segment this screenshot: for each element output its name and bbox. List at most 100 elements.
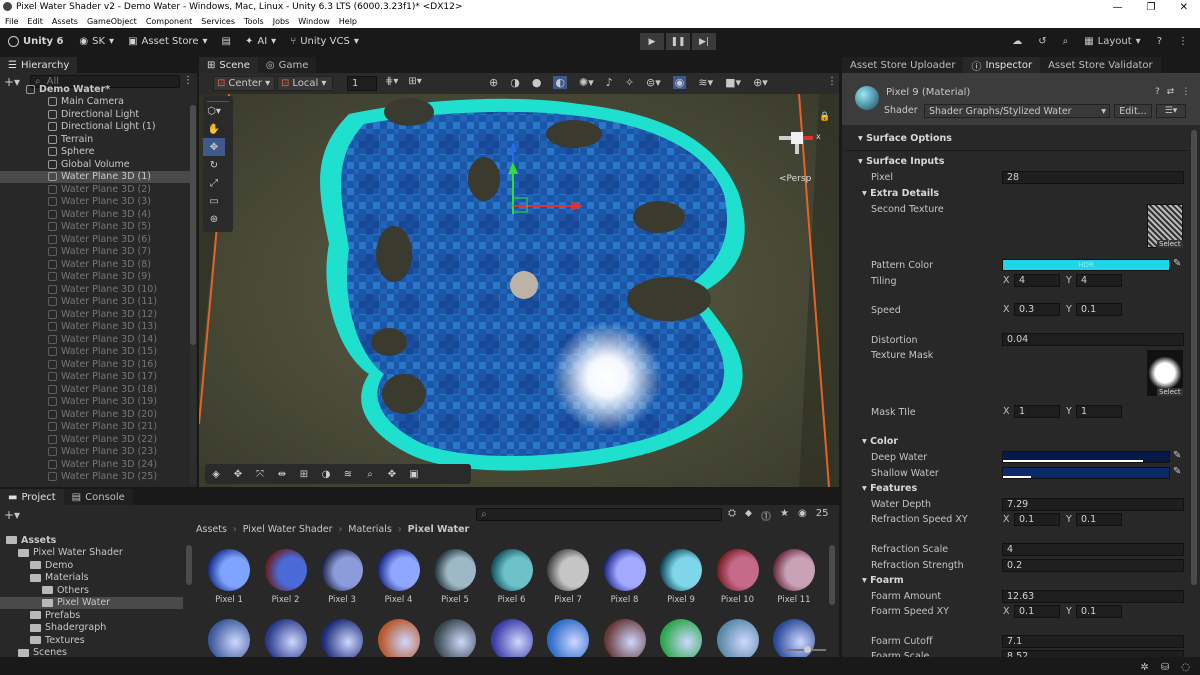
hierarchy-row[interactable]: Water Plane 3D (21) <box>0 421 190 434</box>
speed-y-field[interactable]: 0.1 <box>1076 303 1122 316</box>
thumbnail-size-slider[interactable] <box>786 646 826 653</box>
foarm-amount-field[interactable]: 12.63 <box>1002 590 1184 603</box>
camera-icon[interactable]: ■▾ <box>725 76 741 89</box>
hierarchy-row[interactable]: Water Plane 3D (8) <box>0 258 190 271</box>
close-button[interactable]: ✕ <box>1180 2 1188 13</box>
hierarchy-row[interactable]: Water Plane 3D (17) <box>0 371 190 384</box>
audio-icon[interactable]: ♪ <box>606 76 613 89</box>
pause-button[interactable]: ❚❚ <box>666 33 690 50</box>
second-texture-select[interactable]: Select <box>1157 240 1183 248</box>
space-dropdown[interactable]: ⊡ Local ▾ <box>277 76 333 91</box>
hierarchy-row[interactable]: Water Plane 3D (20) <box>0 408 190 421</box>
visibility-count-icon[interactable]: ◉ <box>798 508 807 523</box>
fx-icon[interactable]: ✧ <box>625 76 634 89</box>
shallow-water-swatch[interactable] <box>1002 467 1170 479</box>
hierarchy-row[interactable]: Water Plane 3D (3) <box>0 196 190 209</box>
hierarchy-row[interactable]: Directional Light (1) <box>0 121 190 134</box>
color-header[interactable]: ▾ Color <box>862 436 898 447</box>
material-thumbnail[interactable] <box>434 549 476 591</box>
type-filter-icon[interactable]: ⛭ <box>728 508 736 523</box>
menu-tools[interactable]: Tools <box>244 17 264 26</box>
breadcrumb-pixel-water[interactable]: Pixel Water <box>408 524 470 535</box>
surface-inputs-header[interactable]: ▾ Surface Inputs <box>858 156 944 167</box>
preset-icon[interactable]: ⇄ <box>1167 87 1175 97</box>
project-search[interactable]: ⌕ <box>476 508 722 521</box>
tiling-y-field[interactable]: 4 <box>1076 274 1122 287</box>
material-thumbnail[interactable] <box>660 549 702 591</box>
hierarchy-row[interactable]: Water Plane 3D (16) <box>0 358 190 371</box>
menu-dots-icon[interactable]: ⋮ <box>1181 87 1190 97</box>
hierarchy-row[interactable]: Water Plane 3D (15) <box>0 346 190 359</box>
layers-icon[interactable]: ⊜▾ <box>646 76 661 89</box>
zoom-icon[interactable]: ⌕ <box>359 465 381 483</box>
hierarchy-row[interactable]: Sphere <box>0 146 190 159</box>
tab-project[interactable]: ▬ Project <box>0 489 64 505</box>
history-icon[interactable]: ↺ <box>1038 36 1046 47</box>
hierarchy-row[interactable]: Water Plane 3D (5) <box>0 221 190 234</box>
hierarchy-row[interactable]: Water Plane 3D (24) <box>0 458 190 471</box>
shader-options-button[interactable]: ☰▾ <box>1156 104 1186 118</box>
progress-icon[interactable]: ◌ <box>1181 662 1190 673</box>
warning-filter-icon[interactable]: ⓵ <box>761 508 771 523</box>
eyedropper-icon[interactable]: ✎ <box>1173 466 1181 477</box>
hand-tool-icon[interactable]: ✋ <box>203 120 225 138</box>
material-thumbnail[interactable] <box>773 549 815 591</box>
water-depth-field[interactable]: 7.29 <box>1002 498 1184 511</box>
eyedropper-icon[interactable]: ✎ <box>1173 258 1181 269</box>
gizmo-lock-icon[interactable]: 🔒 <box>819 112 830 122</box>
menu-window[interactable]: Window <box>298 17 330 26</box>
material-thumbnail[interactable] <box>716 619 759 657</box>
hierarchy-row[interactable]: Water Plane 3D (6) <box>0 233 190 246</box>
hierarchy-row[interactable]: Water Plane 3D (23) <box>0 446 190 459</box>
menu-assets[interactable]: Assets <box>52 17 78 26</box>
hierarchy-row[interactable]: Water Plane 3D (22) <box>0 433 190 446</box>
hierarchy-row[interactable]: Directional Light <box>0 108 190 121</box>
material-thumbnail[interactable] <box>603 549 646 591</box>
material-thumbnail[interactable] <box>208 549 250 591</box>
hierarchy-row[interactable]: Main Camera <box>0 96 190 109</box>
grid-toggle-icon[interactable]: ⊞ <box>293 465 315 483</box>
view-tool-dropdown[interactable]: ⬡▾ <box>203 102 225 120</box>
project-tree-item[interactable]: Demo <box>0 559 183 572</box>
surface-options-header[interactable]: ▾ Surface Options <box>858 133 952 144</box>
pivot-dropdown[interactable]: ⊡ Center ▾ <box>213 76 275 91</box>
hierarchy-row[interactable]: Water Plane 3D (14) <box>0 333 190 346</box>
pixel-field[interactable]: 28 <box>1002 171 1184 184</box>
project-tree-item[interactable]: Textures <box>0 634 183 647</box>
play-button[interactable]: ▶ <box>640 33 664 50</box>
tab-asset-store-uploader[interactable]: Asset Store Uploader <box>842 57 964 73</box>
rotate-tool-icon[interactable]: ↻ <box>203 156 225 174</box>
project-tree-item[interactable]: Prefabs <box>0 609 183 622</box>
hierarchy-row[interactable]: Water Plane 3D (10) <box>0 283 190 296</box>
hierarchy-row[interactable]: Water Plane 3D (2) <box>0 183 190 196</box>
menu-gameobject[interactable]: GameObject <box>87 17 137 26</box>
scene-options-icon[interactable]: ⋮ <box>827 76 837 87</box>
layers-overlay-icon[interactable]: ≋ <box>337 465 359 483</box>
tree-scrollbar[interactable] <box>186 545 192 585</box>
tiling-x-field[interactable]: 4 <box>1014 274 1060 287</box>
distortion-field[interactable]: 0.04 <box>1002 333 1184 346</box>
transform-handle-icon[interactable]: ⤧ <box>249 465 271 483</box>
hierarchy-scrollbar[interactable] <box>190 105 196 485</box>
menu-services[interactable]: Services <box>201 17 235 26</box>
material-thumbnail[interactable] <box>547 549 589 591</box>
menu-jobs[interactable]: Jobs <box>273 17 290 26</box>
menu-help[interactable]: Help <box>339 17 357 26</box>
move-snap-icon[interactable]: ✥ <box>227 465 249 483</box>
hierarchy-row[interactable]: Water Plane 3D (9) <box>0 271 190 284</box>
material-thumbnail[interactable] <box>264 549 307 591</box>
asset-grid-scrollbar[interactable] <box>829 545 835 605</box>
material-thumbnail[interactable] <box>208 619 250 657</box>
hierarchy-row[interactable]: Water Plane 3D (11) <box>0 296 190 309</box>
search-icon[interactable]: ⌕ <box>1063 36 1069 47</box>
refraction-strength-field[interactable]: 0.2 <box>1002 559 1184 572</box>
hierarchy-row[interactable]: Water Plane 3D (4) <box>0 208 190 221</box>
scene-layers-icon[interactable]: ≋▾ <box>698 76 713 89</box>
account-dropdown[interactable]: ◉ SK ▾ <box>79 36 114 47</box>
tab-scene[interactable]: ⊞ Scene <box>199 57 258 73</box>
material-thumbnail[interactable] <box>434 619 476 657</box>
hierarchy-row[interactable]: Global Volume <box>0 158 190 171</box>
pattern-color-swatch[interactable]: HDR <box>1002 259 1170 271</box>
material-thumbnail[interactable] <box>490 549 533 591</box>
lighting-overlay-icon[interactable]: ◑ <box>315 465 337 483</box>
